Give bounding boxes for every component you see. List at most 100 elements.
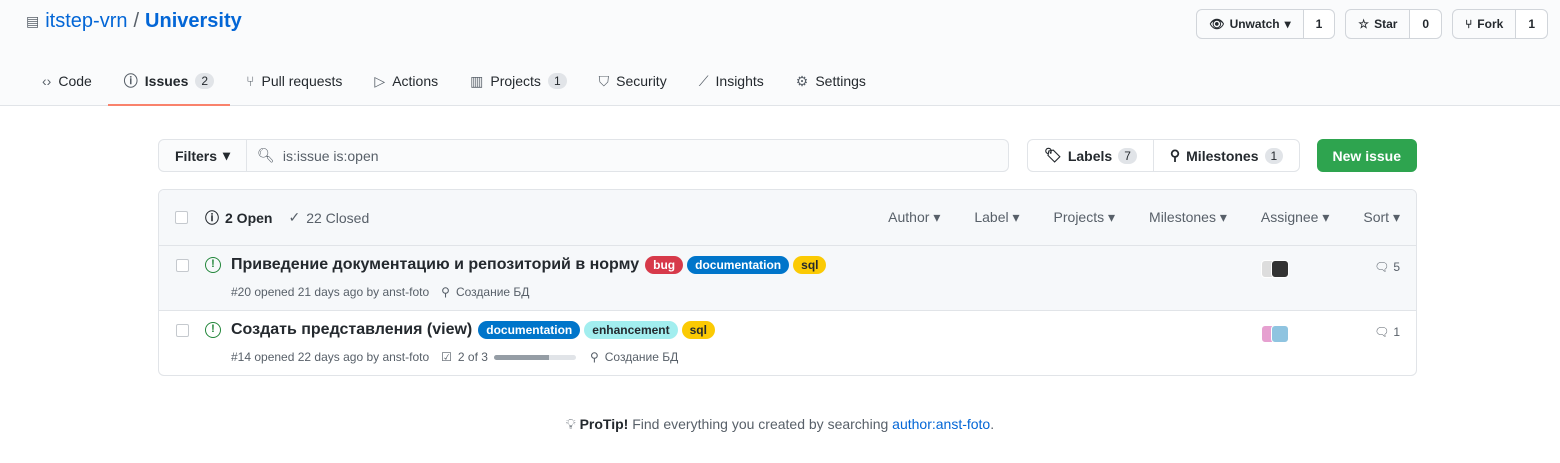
unwatch-label: Unwatch [1229,17,1280,31]
label-sql[interactable]: sql [793,256,827,274]
assignee-avatars[interactable] [1261,260,1289,278]
star-count[interactable]: 0 [1410,10,1442,38]
label-documentation[interactable]: documentation [478,321,581,339]
star-button[interactable]: ☆ Star 0 [1345,9,1443,39]
caret-down-icon: ▾ [223,147,231,163]
issue-checkbox[interactable] [176,259,189,272]
caret-down-icon: ▾ [1322,209,1330,225]
search-input[interactable]: 🔍︎ is:issue is:open [247,139,1010,172]
tab-code[interactable]: ‹› Code [26,58,108,106]
new-issue-button[interactable]: New issue [1316,139,1417,172]
filter-label[interactable]: Label ▾ [974,209,1019,226]
star-label: Star [1374,17,1398,31]
fork-label: Fork [1477,17,1504,31]
label-enhancement[interactable]: enhancement [584,321,678,339]
issue-checkbox[interactable] [176,324,189,337]
tab-label: Issues [144,73,189,89]
caret-down-icon: ▾ [1108,209,1116,225]
issue-title[interactable]: Создать представления (view) [231,321,472,339]
search-query: is:issue is:open [282,147,379,164]
select-all-checkbox[interactable] [175,211,188,224]
issue-open-icon: ! [205,322,221,338]
avatar[interactable] [1271,325,1289,343]
fork-count[interactable]: 1 [1516,10,1547,38]
tab-actions[interactable]: ▷ Actions [358,58,454,106]
milestone-icon: ⚲ [589,350,599,364]
comment-count: 1 [1393,325,1400,339]
tab-security[interactable]: ⛉ Security [583,58,683,106]
tab-issues[interactable]: ⓘ Issues 2 [107,58,231,106]
filter-sort[interactable]: Sort ▾ [1363,209,1400,226]
tab-label: Security [616,73,667,89]
check-icon: ✓ [288,209,301,225]
repo-title: ▤ itstep-vrn / University [26,10,242,33]
fork-button[interactable]: ⑂ Fork 1 [1452,9,1548,39]
owner-link[interactable]: itstep-vrn [45,10,127,33]
milestones-count: 1 [1264,147,1284,164]
separator: / [133,10,140,32]
tab-label: Projects [490,73,541,89]
label-documentation[interactable]: documentation [687,256,790,274]
protip-text: Find everything you created by searching [628,416,893,432]
filter-label: Projects [1053,209,1105,225]
filter-label: Author [888,209,930,225]
comment-count: 5 [1393,260,1400,274]
issue-meta: #14 opened 22 days ago by anst-foto [231,350,430,364]
caret-down-icon: ▾ [1219,209,1227,225]
repo-link[interactable]: University [145,10,242,33]
tab-label: Actions [392,73,439,89]
milestone-icon: ⚲ [441,285,450,299]
tab-icon: ⑂ [246,73,255,89]
issues-list-header: ⓘ 2 Open ✓ 22 Closed Author ▾ Label ▾ Projec… [159,190,1416,246]
avatar[interactable] [1271,260,1289,278]
label-sql[interactable]: sql [681,321,715,339]
checklist-icon: ☑ [441,350,452,364]
comments-link[interactable]: 🗨︎ 1 [1374,325,1400,339]
labels-button[interactable]: 🏷︎ Labels 7 [1028,140,1153,171]
filters-button[interactable]: Filters ▾ [158,139,248,172]
tab-label: Code [58,73,92,89]
eye-icon: 👁 [1209,17,1225,31]
filter-label: Assignee [1260,209,1319,225]
tab-icon: ⚙ [795,72,809,89]
tag-icon: 🏷︎ [1044,147,1062,163]
caret-down-icon: ▾ [1392,209,1400,225]
tab-label: Settings [815,73,866,89]
tab-pull-requests[interactable]: ⑂ Pull requests [230,58,358,106]
issue-title[interactable]: Приведение документацию и репозиторий в … [231,256,639,274]
tab-projects[interactable]: ▥ Projects 1 [454,58,583,106]
open-count: 2 Open [225,209,273,226]
tab-settings[interactable]: ⚙ Settings [780,58,882,106]
tab-icon: ⛉ [598,72,610,89]
fork-icon: ⑂ [1465,17,1473,31]
comment-icon: 🗨︎ [1374,325,1390,339]
tab-label: Pull requests [261,73,343,89]
tab-icon: ⟋ [698,72,709,89]
open-filter[interactable]: ⓘ 2 Open [205,208,272,228]
tab-count: 1 [547,73,567,89]
milestones-button[interactable]: ⚲ Milestones 1 [1152,140,1299,171]
tab-insights[interactable]: ⟋ Insights [683,58,780,106]
labels-label: Labels [1067,147,1113,164]
milestone-link[interactable]: Создание БД [456,285,529,299]
filter-author[interactable]: Author ▾ [888,209,940,226]
comments-link[interactable]: 🗨︎ 5 [1374,260,1400,274]
filter-assignee[interactable]: Assignee ▾ [1261,209,1330,226]
task-count: 2 of 3 [457,350,488,364]
milestone-link[interactable]: Создание БД [605,350,678,364]
comment-icon: 🗨︎ [1374,260,1390,274]
assignee-avatars[interactable] [1261,325,1289,343]
watch-count[interactable]: 1 [1303,10,1335,38]
filter-milestones[interactable]: Milestones ▾ [1149,209,1227,226]
closed-filter[interactable]: ✓ 22 Closed [288,209,369,226]
filter-label: Sort [1363,209,1390,225]
label-bug[interactable]: bug [645,256,684,274]
star-icon: ☆ [1358,17,1370,31]
unwatch-button[interactable]: 👁 Unwatch ▾ 1 [1196,9,1336,39]
tab-label: Insights [715,73,764,89]
repo-header: ▤ itstep-vrn / University 👁 Unwatch ▾ 1 ☆ St… [0,0,1560,106]
filter-projects[interactable]: Projects ▾ [1054,209,1116,226]
search-icon: 🔍︎ [257,147,275,163]
protip-link[interactable]: author:anst-foto [892,416,990,432]
filters-label: Filters [175,147,218,164]
